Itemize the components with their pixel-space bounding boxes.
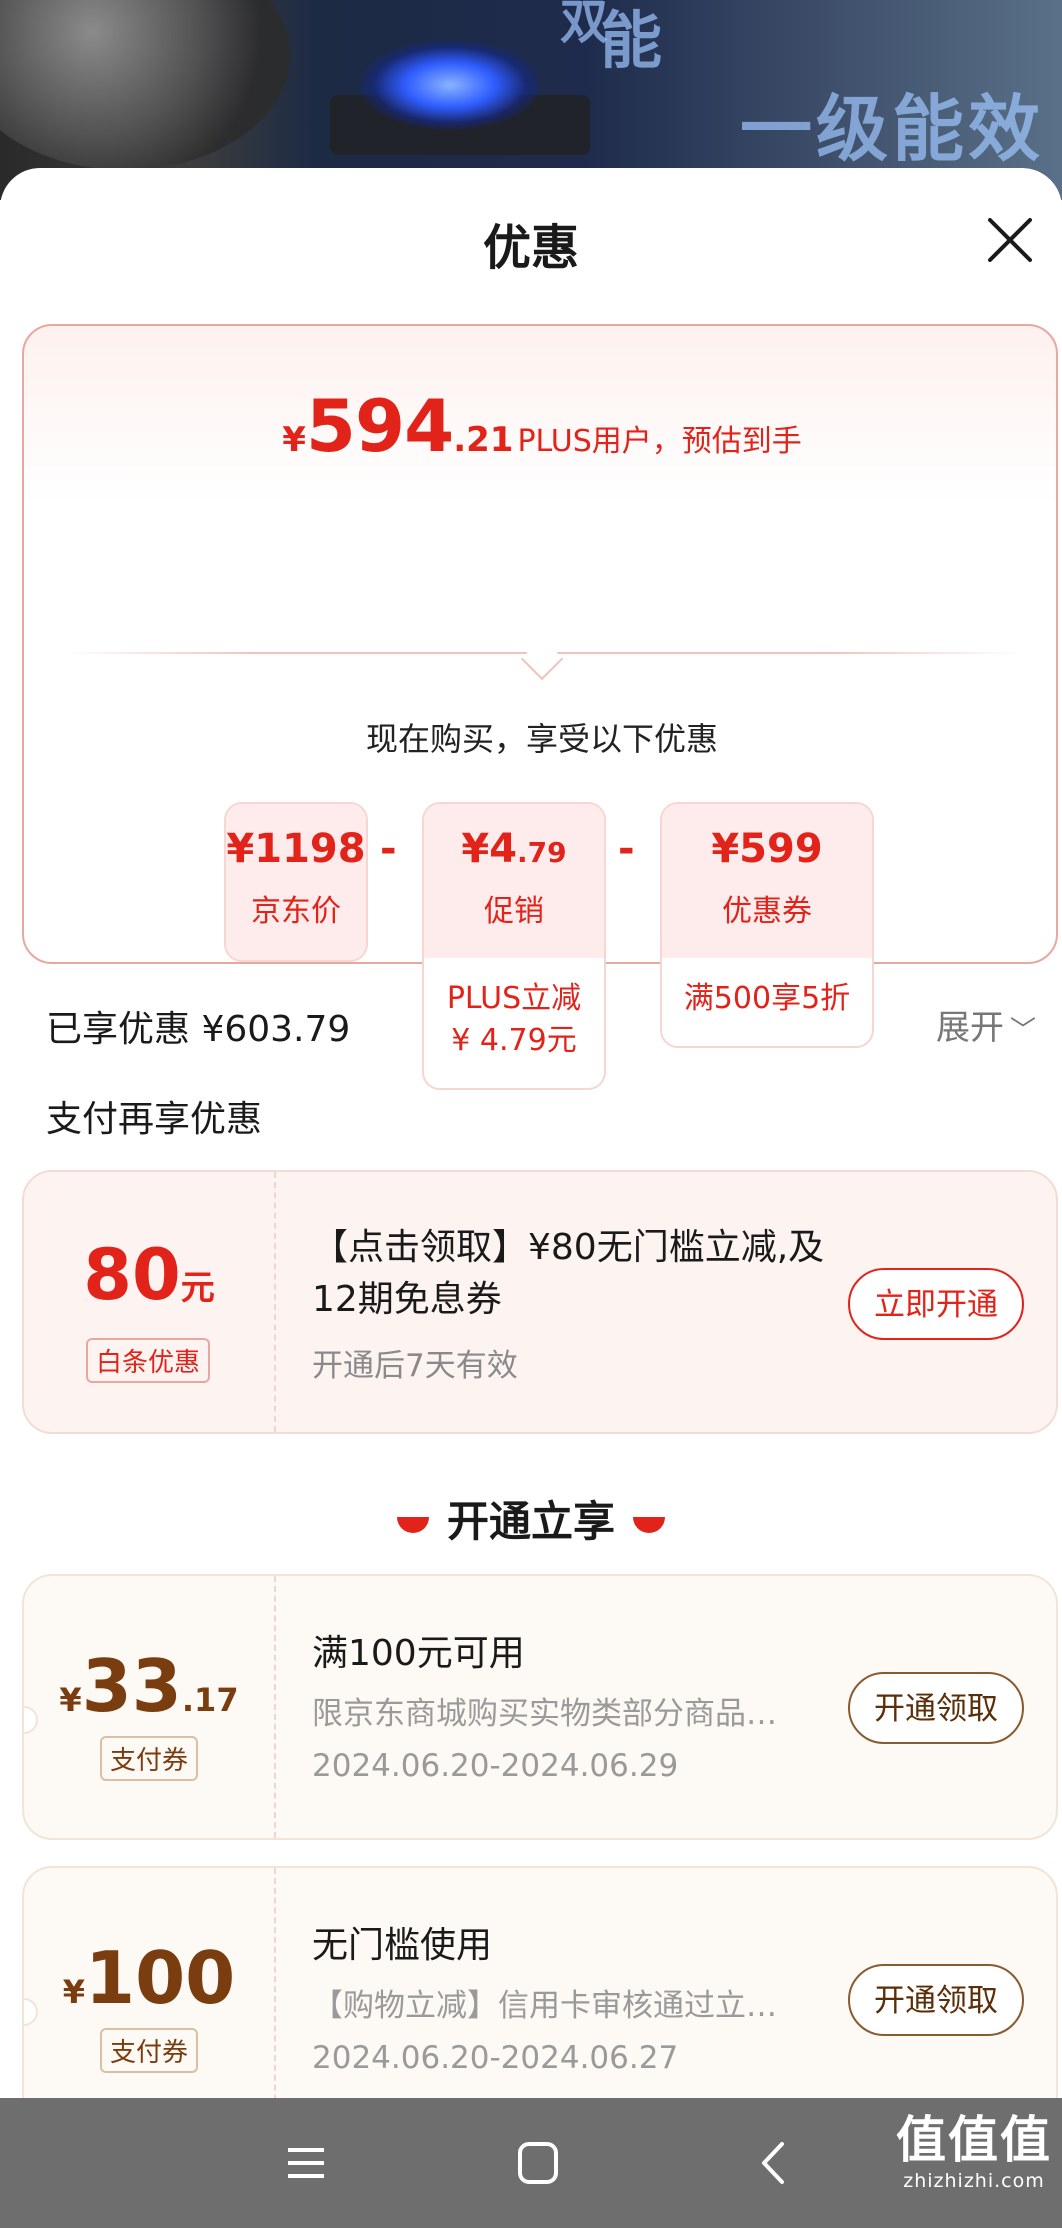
price-decimal: .21 — [453, 420, 514, 460]
price-box-amount: ¥599 — [711, 826, 823, 872]
flame-image — [360, 40, 540, 130]
price-box-label: 促销 — [484, 894, 544, 929]
price-box-sub: 满500享5折 — [683, 981, 851, 1016]
minus-sign: - — [380, 826, 397, 872]
pay-section-title: 支付再享优惠 — [46, 1099, 263, 1140]
smile-icon — [633, 1516, 665, 1533]
coupon-title: 【点击领取】¥80无门槛立减,及12期免息券 — [312, 1227, 825, 1320]
coupon-dates: 2024.06.20-2024.06.27 — [312, 2040, 679, 2076]
coupon-amount: ¥100 — [62, 1936, 236, 2020]
enjoyed-discount: 已享优惠 ¥603.79 — [46, 1009, 351, 1050]
coupon-left: 80元 白条优惠 — [24, 1172, 276, 1432]
coupon-left: ¥33.17 支付券 — [24, 1576, 276, 1838]
price-box-promo: ¥4.79 促销 PLUS立减 ¥ 4.79元 — [422, 802, 606, 1090]
price-box-amount: ¥4.79 — [461, 826, 567, 872]
pan-image — [0, 0, 290, 170]
claim-button[interactable]: 开通领取 — [848, 1672, 1024, 1744]
close-icon[interactable] — [982, 212, 1038, 268]
baitiao-coupon[interactable]: 80元 白条优惠 【点击领取】¥80无门槛立减,及12期免息券 开通后7天有效 … — [22, 1170, 1058, 1434]
price-box-label: 优惠券 — [722, 894, 812, 929]
price-box-sub: PLUS立减 ¥ 4.79元 — [446, 981, 582, 1058]
price-box-label: 京东价 — [251, 894, 341, 929]
activate-button[interactable]: 立即开通 — [848, 1268, 1024, 1340]
watermark: 值值值 zhizhizhi.com — [896, 2110, 1052, 2192]
coupon-tag: 白条优惠 — [86, 1338, 211, 1383]
pay-coupon[interactable]: ¥33.17 支付券 满100元可用 限京东商城购买实物类部分商品… 2024.… — [22, 1574, 1058, 1840]
sheet-title: 优惠 — [482, 220, 579, 276]
expand-label: 展开 — [935, 1008, 1004, 1048]
currency-symbol: ¥ — [282, 420, 306, 460]
coupon-dates: 2024.06.20-2024.06.29 — [312, 1748, 679, 1784]
price-box-amount: ¥1198 — [226, 826, 366, 872]
price-summary-card: ¥594.21 PLUS用户，预估到手 现在购买，享受以下优惠 ¥1198 京东价… — [22, 324, 1060, 1090]
smile-icon — [396, 1516, 429, 1533]
enjoy-text: 现在购买，享受以下优惠 — [365, 720, 718, 758]
menu-icon[interactable] — [276, 2138, 336, 2188]
hero-text-1: 能 — [600, 4, 667, 77]
coupon-tag: 支付券 — [100, 1736, 199, 1781]
minus-sign: - — [618, 826, 635, 872]
watermark-domain: zhizhizhi.com — [903, 2170, 1045, 2192]
back-icon[interactable] — [744, 2138, 804, 2188]
hero-text-efficiency: 一级能效 — [740, 87, 1045, 171]
home-icon[interactable] — [508, 2138, 568, 2188]
expand-button[interactable]: 展开 ﹀ — [936, 1000, 1036, 1049]
watermark-logo: 值值值 — [896, 2111, 1052, 2169]
coupon-desc: 【购物立减】信用卡审核通过立… — [312, 1988, 777, 2024]
coupon-amount: 80元 — [83, 1234, 215, 1316]
coupon-tag: 支付券 — [100, 2028, 199, 2073]
coupon-left: ¥100 支付券 — [24, 1868, 276, 2130]
coupon-title: 无门槛使用 — [312, 1925, 493, 1966]
price-box-jd: ¥1198 京东价 — [224, 802, 368, 962]
section-head: 开通立享 — [0, 1488, 1062, 1549]
coupon-desc: 限京东商城购买实物类部分商品… — [312, 1696, 777, 1732]
pay-coupon[interactable]: ¥100 支付券 无门槛使用 【购物立减】信用卡审核通过立… 2024.06.2… — [22, 1866, 1058, 2132]
price-note: PLUS用户，预估到手 — [517, 424, 802, 459]
section-head-label: 开通立享 — [446, 1497, 615, 1546]
coupon-validity: 开通后7天有效 — [312, 1348, 518, 1384]
coupon-amount: ¥33.17 — [59, 1644, 239, 1728]
price-integer: 594 — [305, 384, 454, 468]
divider-notch — [520, 637, 564, 681]
price-box-coupon: ¥599 优惠券 满500享5折 — [660, 802, 874, 1048]
coupon-title: 满100元可用 — [312, 1633, 525, 1674]
chevron-down-icon: ﹀ — [1009, 1016, 1036, 1046]
claim-button[interactable]: 开通领取 — [848, 1964, 1024, 2036]
estimated-price: ¥594.21 PLUS用户，预估到手 — [24, 384, 1060, 468]
